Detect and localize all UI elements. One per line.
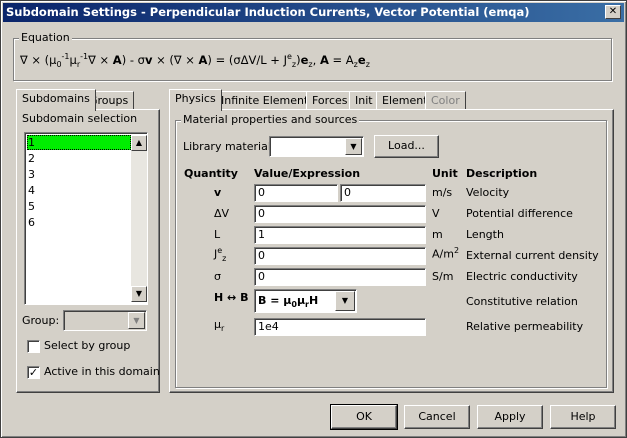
subdomain-selection-label: Subdomain selection [22, 112, 138, 125]
dialog-window: Subdomain Settings - Perpendicular Induc… [0, 0, 627, 438]
list-scrollbar[interactable]: ▲ ▼ [131, 135, 147, 302]
quantity-velocity: v [214, 186, 222, 199]
tab-infinite-elements[interactable]: Infinite Elements [215, 91, 321, 111]
subdomains-panel: Subdomain selection 1 2 3 4 5 6 ▲ ▼ Grou… [16, 109, 160, 393]
scroll-up-icon[interactable]: ▲ [131, 135, 147, 151]
cancel-button[interactable]: Cancel [404, 405, 470, 429]
select-by-group-checkbox[interactable] [27, 340, 40, 353]
group-label: Group: [22, 314, 60, 327]
list-item[interactable]: 3 [27, 167, 35, 182]
list-item[interactable]: 4 [27, 183, 35, 198]
constitutive-relation-value: B = μ0μrH [258, 294, 319, 310]
window-title: Subdomain Settings - Perpendicular Induc… [6, 5, 530, 19]
equation-label: Equation [19, 31, 72, 44]
quantity-external-current-density: Jez [214, 246, 227, 263]
group-select[interactable]: ▼ [63, 310, 147, 331]
active-in-domain-checkbox[interactable]: ✓ [27, 366, 40, 379]
material-properties-group: Material properties and sources Library … [175, 113, 607, 388]
list-item[interactable]: 1 [27, 135, 131, 150]
quantity-length: L [214, 228, 221, 241]
relative-permeability-input[interactable]: 1e4 [254, 318, 426, 336]
library-material-label: Library material: [183, 140, 275, 153]
list-item[interactable]: 2 [27, 151, 35, 166]
unit-velocity: m/s [432, 186, 453, 199]
description-relative-permeability: Relative permeability [466, 320, 584, 333]
scroll-down-icon[interactable]: ▼ [131, 286, 147, 302]
header-description: Description [466, 167, 538, 180]
library-material-select[interactable]: ▼ [269, 136, 364, 157]
subdomain-list[interactable]: 1 2 3 4 5 6 ▲ ▼ [24, 132, 148, 305]
header-unit: Unit [432, 167, 458, 180]
active-in-domain-label: Active in this domain [44, 365, 160, 378]
physics-panel: Material properties and sources Library … [169, 109, 614, 393]
conductivity-input[interactable]: 0 [254, 268, 426, 286]
unit-conductivity: S/m [432, 270, 454, 283]
header-value: Value/Expression [254, 167, 361, 180]
tab-subdomains[interactable]: Subdomains [16, 89, 96, 111]
quantity-conductivity: σ [214, 270, 221, 283]
description-velocity: Velocity [466, 186, 510, 199]
description-potential-difference: Potential difference [466, 207, 573, 220]
load-button[interactable]: Load... [374, 135, 439, 158]
external-current-density-input[interactable]: 0 [254, 247, 426, 265]
quantity-potential-difference: ΔV [214, 207, 230, 220]
tab-physics[interactable]: Physics [169, 89, 222, 111]
material-properties-label: Material properties and sources [181, 113, 360, 126]
chevron-down-icon[interactable]: ▼ [128, 312, 145, 329]
apply-button[interactable]: Apply [477, 405, 543, 429]
constitutive-relation-select[interactable]: B = μ0μrH ▼ [254, 289, 357, 313]
velocity-y-input[interactable]: 0 [340, 184, 426, 202]
quantity-relative-permeability: μr [214, 318, 225, 334]
length-input[interactable]: 1 [254, 226, 426, 244]
tab-forces[interactable]: Forces [306, 91, 354, 111]
list-item[interactable]: 6 [27, 215, 35, 230]
tab-init[interactable]: Init [349, 91, 379, 111]
equation-group: Equation ∇ × (μ0-1μr-1∇ × A) - σv × (∇ ×… [13, 31, 612, 81]
ok-button[interactable]: OK [330, 404, 398, 430]
close-icon[interactable]: ✕ [605, 5, 621, 19]
quantity-constitutive-relation: H ↔ B [214, 291, 249, 304]
potential-difference-input[interactable]: 0 [254, 205, 426, 223]
unit-potential-difference: V [432, 207, 440, 220]
unit-length: m [432, 228, 443, 241]
description-length: Length [466, 228, 504, 241]
chevron-down-icon[interactable]: ▼ [335, 291, 355, 311]
list-item[interactable]: 5 [27, 199, 35, 214]
header-quantity: Quantity [184, 167, 238, 180]
velocity-x-input[interactable]: 0 [254, 184, 338, 202]
equation-formula: ∇ × (μ0-1μr-1∇ × A) - σv × (∇ × A) = (σΔ… [20, 52, 370, 70]
description-constitutive-relation: Constitutive relation [466, 295, 578, 308]
tab-color: Color [425, 91, 466, 111]
help-button[interactable]: Help [550, 405, 616, 429]
unit-external-current-density: A/m2 [432, 246, 460, 261]
select-by-group-label: Select by group [44, 339, 131, 352]
chevron-down-icon[interactable]: ▼ [345, 138, 362, 155]
title-bar[interactable]: Subdomain Settings - Perpendicular Induc… [3, 3, 624, 22]
description-conductivity: Electric conductivity [466, 270, 578, 283]
description-external-current-density: External current density [466, 249, 599, 262]
